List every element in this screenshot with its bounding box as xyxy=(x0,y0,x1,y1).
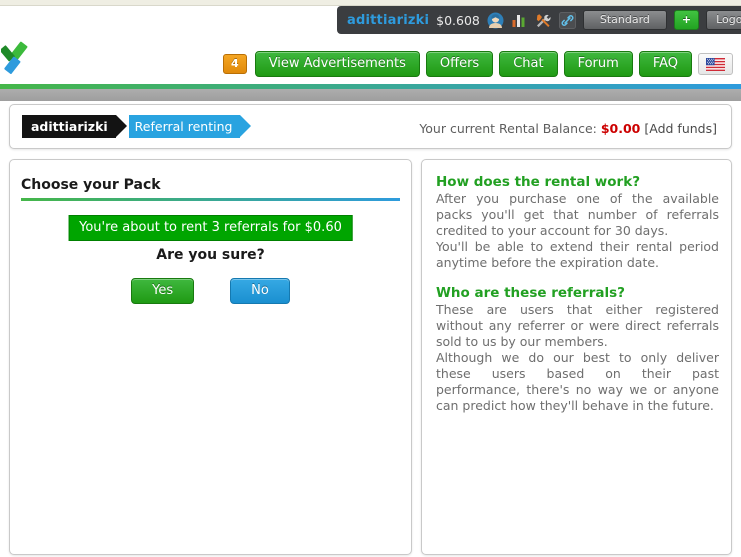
faq-heading: Who are these referrals? xyxy=(436,285,625,301)
tools-icon[interactable] xyxy=(535,12,552,29)
title-underline xyxy=(21,198,400,201)
rental-balance-label: Your current Rental Balance: xyxy=(419,121,597,136)
membership-level-button[interactable]: Standard xyxy=(582,10,667,30)
faq-paragraph: These are users that either registered w… xyxy=(436,302,719,349)
confirm-no-button[interactable]: No xyxy=(230,278,290,304)
new-ads-badge[interactable]: 4 xyxy=(223,54,247,74)
rental-confirmation-message: You're about to rent 3 referrals for $0.… xyxy=(68,215,353,241)
page-title: Choose your Pack xyxy=(21,177,161,193)
user-account-bar: adittiarizki $0.608 Standard + Logo xyxy=(337,6,741,34)
bar-chart-icon[interactable] xyxy=(511,12,528,29)
choose-pack-panel: Choose your Pack You're about to rent 3 … xyxy=(9,159,412,555)
nav-item-faq[interactable]: FAQ xyxy=(638,51,692,77)
breadcrumb-account-label: adittiarizki xyxy=(31,119,108,134)
confirmation-question: Are you sure? xyxy=(156,247,265,263)
language-selector-button[interactable] xyxy=(698,53,733,75)
breadcrumb: adittiarizki Referral renting xyxy=(22,115,252,138)
breadcrumb-item-account[interactable]: adittiarizki xyxy=(22,115,127,138)
confirm-yes-button[interactable]: Yes xyxy=(131,278,195,304)
link-icon[interactable] xyxy=(558,11,576,29)
faq-heading: How does the rental work? xyxy=(436,174,641,190)
page-header-shadow-strip xyxy=(0,89,741,101)
rental-info-panel: How does the rental work? After you purc… xyxy=(421,159,732,555)
account-balance-label: $0.608 xyxy=(436,12,480,28)
logout-button[interactable]: Logout xyxy=(706,10,741,30)
rental-faq: How does the rental work? After you purc… xyxy=(436,174,719,414)
confirmation-actions: Yes No xyxy=(10,278,411,304)
breadcrumb-item-section[interactable]: Referral renting xyxy=(128,115,252,138)
breadcrumb-section-label: Referral renting xyxy=(134,119,233,134)
faq-paragraph: You'll be able to extend their rental pe… xyxy=(436,239,719,270)
rental-balance-bar: Your current Rental Balance: $0.00 [Add … xyxy=(419,121,717,136)
faq-paragraph: Although we do our best to only deliver … xyxy=(436,350,719,413)
nav-item-view-advertisements[interactable]: View Advertisements xyxy=(254,51,420,77)
breadcrumb-panel: adittiarizki Referral renting Your curre… xyxy=(9,104,732,149)
avatar-icon[interactable] xyxy=(487,12,504,29)
add-funds-link[interactable]: [Add funds] xyxy=(644,121,717,136)
main-navigation-bar: 4 View Advertisements Offers Chat Forum … xyxy=(0,44,741,84)
nav-item-forum[interactable]: Forum xyxy=(563,51,633,77)
faq-block-how-rental-works: How does the rental work? After you purc… xyxy=(436,174,719,271)
faq-paragraph: After you purchase one of the available … xyxy=(436,191,719,238)
rental-balance-amount: $0.00 xyxy=(600,121,641,136)
faq-block-who-are-referrals: Who are these referrals? These are users… xyxy=(436,285,719,414)
upgrade-membership-button[interactable]: + xyxy=(673,10,700,30)
nav-item-chat[interactable]: Chat xyxy=(499,51,558,77)
us-flag-icon xyxy=(706,56,725,75)
username-label[interactable]: adittiarizki xyxy=(347,13,429,28)
nav-item-offers[interactable]: Offers xyxy=(425,51,494,77)
